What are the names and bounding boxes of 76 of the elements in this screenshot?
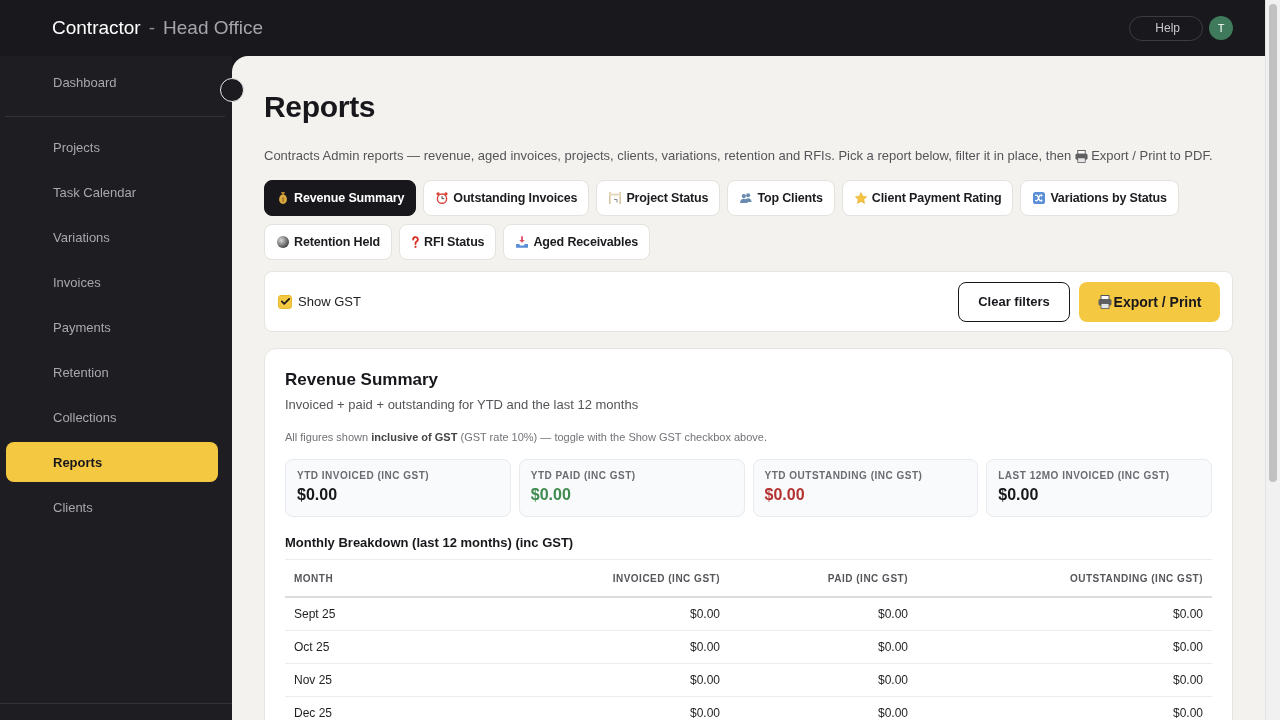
report-tab[interactable]: Variations by Status — [1020, 180, 1179, 216]
gst-note: All figures shown inclusive of GST (GST rate 10%) — toggle with the Show GST checkbox above. — [285, 430, 768, 445]
star-icon — [854, 192, 867, 204]
question-mark-icon — [412, 236, 420, 248]
stat-label: YTD INVOICED (INC GST) — [297, 470, 431, 482]
table-cell: $0.00 — [485, 663, 729, 697]
sidebar-item[interactable]: Clients — [6, 487, 218, 527]
sidebar-item[interactable]: Task Calendar — [6, 172, 218, 212]
table-cell: $0.00 — [729, 696, 917, 720]
column-header: OUTSTANDING (INC GST) — [917, 559, 1212, 597]
show-gst-label: Show GST — [298, 294, 361, 309]
sidebar-item[interactable]: Variations — [6, 217, 218, 257]
table-cell: $0.00 — [917, 663, 1212, 697]
report-tab[interactable]: Project Status — [596, 180, 721, 216]
sidebar-item[interactable]: Retention — [6, 352, 218, 392]
people-icon — [740, 192, 753, 204]
show-gst-checkbox[interactable] — [278, 294, 292, 309]
clear-filters-button[interactable]: Clear filters — [958, 281, 1070, 322]
report-tab[interactable]: RFI Status — [399, 224, 497, 260]
user-avatar[interactable]: T — [1209, 16, 1233, 40]
column-header: INVOICED (INC GST) — [485, 559, 729, 597]
sidebar-item[interactable]: Dashboard — [6, 62, 218, 102]
report-tab[interactable]: Retention Held — [264, 224, 393, 260]
page-title: Reports — [264, 89, 377, 125]
printer-icon — [1075, 149, 1089, 163]
sidebar-item[interactable]: Reports — [6, 442, 218, 482]
report-tab[interactable]: Client Payment Rating — [841, 180, 1014, 216]
title-separator: - — [148, 17, 156, 39]
barrier-icon — [609, 192, 622, 204]
page-description-end: Export / Print to PDF. — [1091, 147, 1213, 165]
printer-icon — [1097, 294, 1112, 309]
table-cell: $0.00 — [917, 696, 1212, 720]
money-bag-icon — [277, 192, 289, 204]
sidebar-item[interactable]: Projects — [6, 127, 218, 167]
office-name: Head Office — [163, 17, 263, 39]
export-print-button[interactable]: Export / Print — [1079, 281, 1220, 322]
sidebar-item[interactable]: Collections — [6, 397, 218, 437]
scrollbar-thumb[interactable] — [1269, 4, 1277, 482]
app-title: Contractor — [52, 17, 141, 39]
stat-value: $0.00 — [764, 485, 806, 505]
report-tab[interactable]: Aged Receivables — [503, 224, 651, 260]
report-tab[interactable]: Outstanding Invoices — [423, 180, 590, 216]
report-tab[interactable]: Top Clients — [727, 180, 835, 216]
alarm-clock-icon — [436, 192, 449, 204]
table-cell: $0.00 — [485, 630, 729, 664]
stat-value: $0.00 — [530, 485, 572, 505]
table-cell: $0.00 — [729, 663, 917, 697]
inbox-tray-icon — [516, 236, 529, 248]
stat-value: $0.00 — [297, 485, 339, 505]
table-cell: $0.00 — [729, 630, 917, 664]
collapse-handle[interactable] — [220, 78, 244, 102]
table-cell: $0.00 — [485, 696, 729, 720]
table-cell: $0.00 — [917, 597, 1212, 631]
stat-value: $0.00 — [998, 485, 1040, 505]
sidebar-item[interactable]: Payments — [6, 307, 218, 347]
sidebar-item[interactable]: Invoices — [6, 262, 218, 302]
table-cell: $0.00 — [729, 597, 917, 631]
column-header: PAID (INC GST) — [729, 559, 917, 597]
report-tab[interactable]: Revenue Summary — [264, 180, 417, 216]
table-cell: Oct 25 — [285, 630, 485, 664]
stat-label: YTD PAID (INC GST) — [530, 470, 637, 482]
checkmark-icon — [280, 298, 290, 305]
table-cell: Dec 25 — [285, 696, 485, 720]
stat-label: LAST 12MO INVOICED (INC GST) — [998, 470, 1171, 482]
report-title: Revenue Summary — [285, 369, 440, 391]
sphere-icon — [277, 236, 289, 248]
stat-label: YTD OUTSTANDING (INC GST) — [764, 470, 924, 482]
column-header: MONTH — [285, 559, 485, 597]
page-description: Contracts Admin reports — revenue, aged invoices, projects, clients, variations, retention and RFIs. Pick a report below, filter it in place, then — [264, 147, 1072, 165]
report-subtitle: Invoiced + paid + outstanding for YTD and the last 12 months — [285, 396, 640, 414]
shuffle-icon — [1033, 192, 1046, 204]
table-cell: Sept 25 — [285, 597, 485, 631]
table-cell: Nov 25 — [285, 663, 485, 697]
table-cell: $0.00 — [917, 630, 1212, 664]
breakdown-title: Monthly Breakdown (last 12 months) (inc GST) — [285, 534, 575, 552]
table-cell: $0.00 — [485, 597, 729, 631]
